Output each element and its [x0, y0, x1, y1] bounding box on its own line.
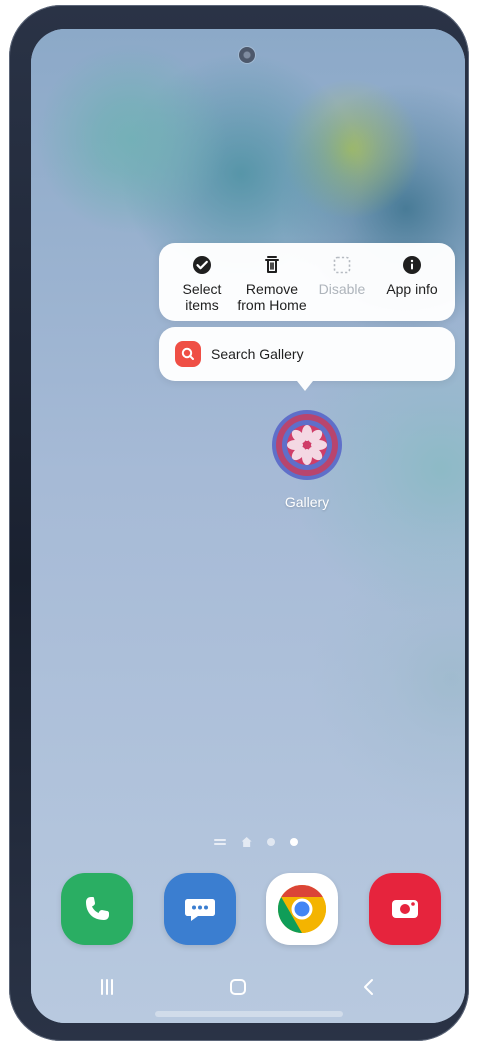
remove-label-line1: Remove	[245, 281, 299, 297]
app-dock	[61, 872, 441, 946]
home-screen: Select items Remove from Home Disable Ap…	[31, 29, 465, 1023]
navigation-bar	[89, 972, 387, 1002]
back-button[interactable]	[351, 972, 387, 1002]
gallery-icon	[272, 410, 342, 480]
disabled-square-icon	[333, 256, 351, 274]
camera-icon	[391, 900, 418, 918]
page-dot	[267, 838, 276, 846]
select-items-label-line2: items	[185, 297, 219, 313]
front-camera	[239, 47, 255, 63]
remove-from-home-button[interactable]: Remove from Home	[237, 253, 307, 321]
search-gallery-icon-container	[175, 341, 201, 367]
messages-app[interactable]	[163, 873, 236, 945]
camera-app[interactable]	[368, 873, 441, 945]
chrome-icon	[278, 885, 327, 933]
trash-icon	[265, 256, 279, 273]
app-info-label-line1: App info	[386, 281, 438, 297]
messages-icon	[184, 899, 215, 921]
gallery-app[interactable]: Gallery	[267, 408, 347, 510]
gesture-bar	[155, 1011, 343, 1017]
search-gallery-label: Search Gallery	[211, 346, 304, 362]
recent-apps-button[interactable]	[89, 972, 125, 1002]
disable-label-line1: Disable	[318, 281, 366, 297]
context-menu-pointer	[297, 381, 313, 391]
phone-app[interactable]	[61, 873, 133, 945]
home-nav-icon	[230, 979, 246, 995]
info-icon	[403, 256, 421, 274]
home-page-icon	[241, 836, 253, 848]
recent-apps-icon	[101, 979, 113, 995]
search-gallery-row[interactable]: Search Gallery	[159, 327, 455, 381]
select-items-button[interactable]: Select items	[167, 253, 237, 321]
remove-label-line2: from Home	[237, 297, 307, 313]
app-context-menu: Select items Remove from Home Disable Ap…	[159, 243, 455, 321]
back-icon	[364, 979, 373, 995]
app-info-button[interactable]: App info	[377, 253, 447, 321]
pages-overview-icon	[214, 838, 226, 846]
phone-frame: Select items Remove from Home Disable Ap…	[9, 5, 469, 1041]
chrome-app[interactable]	[266, 873, 339, 945]
home-button[interactable]	[220, 972, 256, 1002]
search-icon	[181, 347, 194, 360]
search-gallery-card[interactable]: Search Gallery	[159, 327, 455, 381]
disable-button[interactable]: Disable	[307, 253, 377, 321]
context-menu-actions: Select items Remove from Home Disable Ap…	[159, 243, 455, 321]
gallery-label: Gallery	[284, 494, 330, 510]
phone-icon	[86, 897, 109, 920]
select-items-label-line1: Select	[182, 281, 222, 297]
page-dot-active	[289, 838, 298, 846]
check-circle-icon	[193, 256, 211, 274]
page-indicator	[214, 834, 298, 850]
